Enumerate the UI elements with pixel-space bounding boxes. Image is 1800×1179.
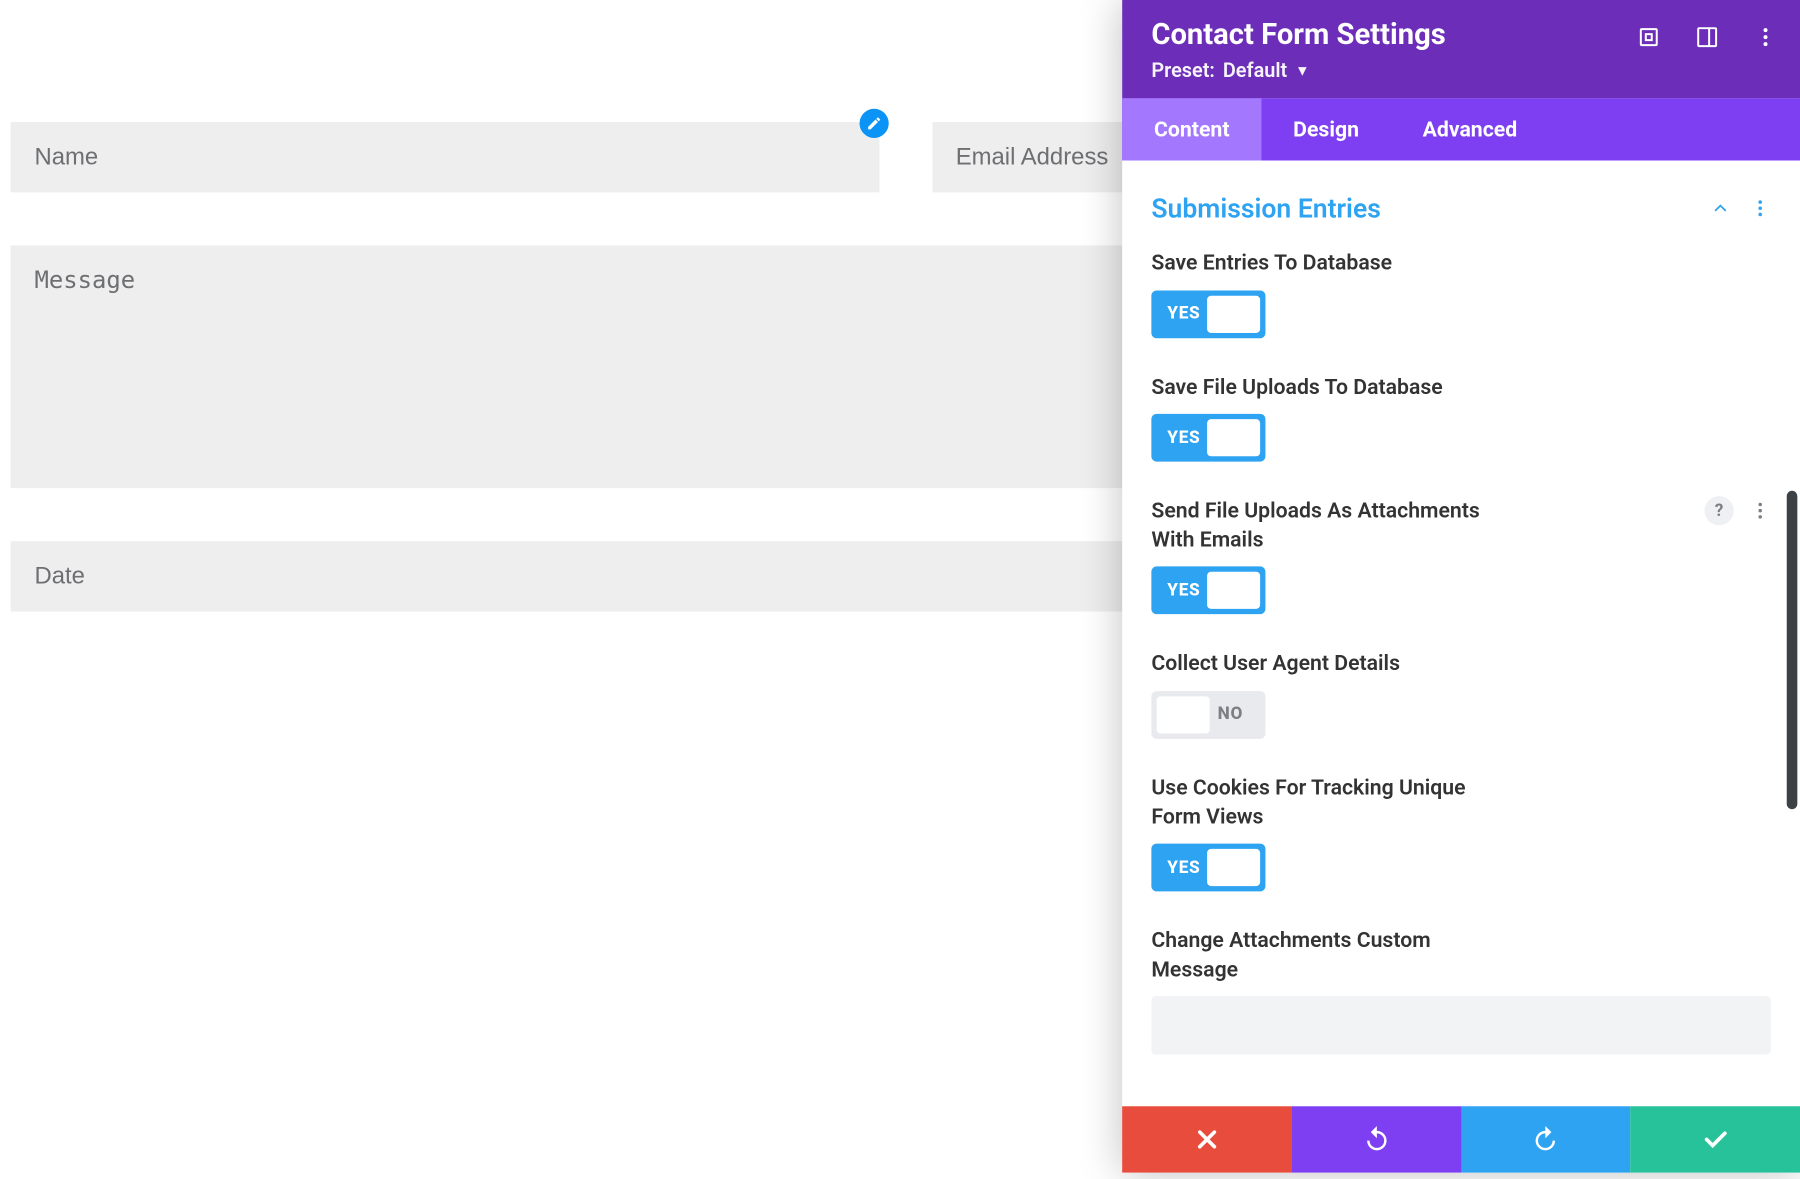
panel-scrollbar[interactable] [1787,491,1798,809]
save-entries-toggle[interactable]: YES [1151,290,1265,338]
undo-button[interactable] [1292,1106,1461,1172]
save-entries-label: Save Entries To Database [1151,248,1496,277]
pencil-icon [866,115,882,131]
help-icon[interactable]: ? [1704,496,1733,525]
save-button[interactable] [1631,1106,1800,1172]
collect-ua-toggle[interactable]: NO [1151,691,1265,739]
check-icon [1701,1125,1730,1154]
layout-icon[interactable] [1694,24,1721,51]
panel-tabs: Content Design Advanced [1122,98,1800,160]
collect-ua-label: Collect User Agent Details [1151,649,1496,678]
chevron-up-icon[interactable] [1710,198,1731,219]
caret-down-icon: ▼ [1295,62,1309,79]
name-field[interactable] [11,122,879,192]
tab-design[interactable]: Design [1261,98,1390,160]
settings-panel: Contact Form Settings Preset: Default ▼ [1122,0,1800,1173]
use-cookies-label: Use Cookies For Tracking Unique Form Vie… [1151,773,1496,830]
section-title[interactable]: Submission Entries [1151,192,1381,224]
custom-msg-label: Change Attachments Custom Message [1151,926,1496,983]
preset-value: Default [1223,58,1287,82]
preset-prefix: Preset: [1151,58,1215,82]
panel-header: Contact Form Settings Preset: Default ▼ [1122,0,1800,98]
kebab-icon[interactable] [1752,24,1779,51]
panel-body: Submission Entries Save Entries To Datab… [1122,161,1800,1107]
use-cookies-toggle[interactable]: YES [1151,844,1265,892]
toggle-value: YES [1167,428,1200,448]
save-uploads-toggle[interactable]: YES [1151,414,1265,462]
toggle-knob [1207,572,1260,609]
tab-advanced[interactable]: Advanced [1391,98,1549,160]
panel-footer [1122,1106,1800,1172]
edit-field-button[interactable] [860,109,889,138]
send-attachments-toggle[interactable]: YES [1151,567,1265,615]
tab-content[interactable]: Content [1122,98,1261,160]
section-kebab-icon[interactable] [1750,198,1771,219]
save-uploads-label: Save File Uploads To Database [1151,372,1496,401]
cancel-button[interactable] [1122,1106,1291,1172]
toggle-value: YES [1167,304,1200,324]
undo-icon [1362,1125,1391,1154]
close-icon [1192,1125,1221,1154]
custom-msg-input[interactable] [1151,997,1770,1055]
setting-kebab-icon[interactable] [1750,500,1771,521]
toggle-knob [1207,419,1260,456]
toggle-knob [1157,696,1210,733]
redo-icon [1531,1125,1560,1154]
toggle-value: YES [1167,581,1200,601]
toggle-value: YES [1167,858,1200,878]
toggle-knob [1207,295,1260,332]
preset-selector[interactable]: Preset: Default ▼ [1151,58,1309,82]
toggle-value: NO [1218,705,1243,725]
send-attachments-label: Send File Uploads As Attachments With Em… [1151,496,1496,553]
redo-button[interactable] [1461,1106,1630,1172]
toggle-knob [1207,849,1260,886]
expand-icon[interactable] [1636,24,1663,51]
